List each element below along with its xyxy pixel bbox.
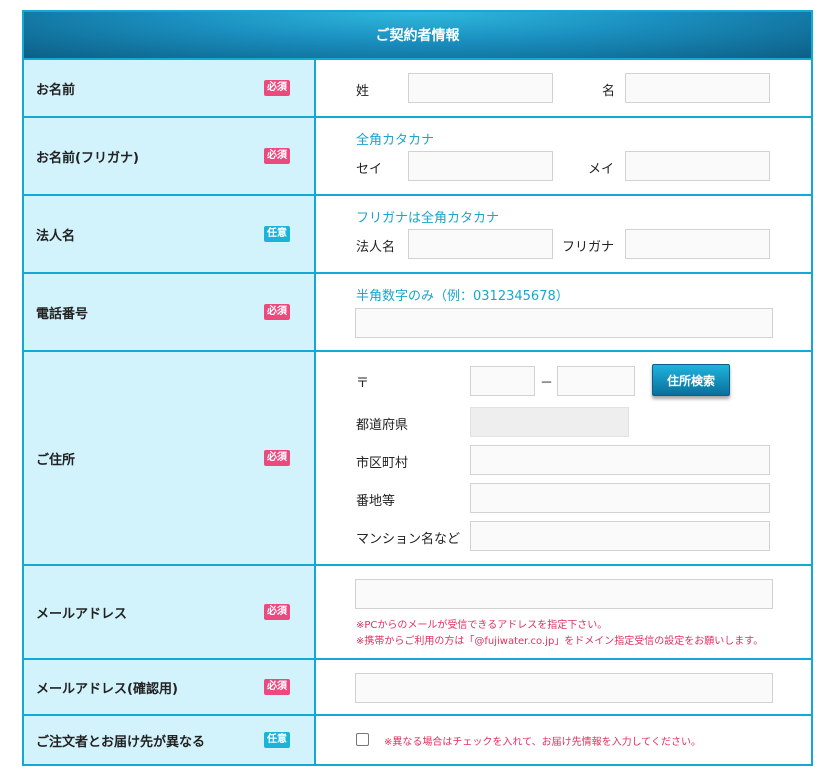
phone-hint: 半角数字のみ（例：0312345678） <box>356 289 569 304</box>
field-label: 電話番号 <box>36 306 89 322</box>
street-label: 番地等 <box>356 494 396 509</box>
email-confirm-input[interactable] <box>355 673 773 703</box>
corp-name-input[interactable] <box>408 229 553 259</box>
last-kana-input[interactable] <box>408 151 553 181</box>
row-name: お名前 必須 姓 名 <box>24 60 811 118</box>
phone-input[interactable] <box>355 308 773 338</box>
postal-dash: － <box>540 376 554 391</box>
email-note-mobile: ※携帯からご利用の方は「@fujiwater.co.jp」をドメイン指定受信の設… <box>356 636 764 647</box>
label-cell: 法人名 任意 <box>24 196 316 272</box>
delivery-note: ※異なる場合はチェックを入れて、お届け先情報を入力してください。 <box>384 737 701 748</box>
field-cell: 姓 名 <box>316 60 811 116</box>
label-cell: ご住所 必須 <box>24 352 316 564</box>
label-cell: お名前(フリガナ) 必須 <box>24 118 316 194</box>
optional-badge: 任意 <box>264 732 290 748</box>
email-note-pc: ※PCからのメールが受信できるアドレスを指定下さい。 <box>356 620 608 631</box>
required-badge: 必須 <box>264 604 290 620</box>
label-cell: メールアドレス 必須 <box>24 566 316 658</box>
delivery-different-checkbox[interactable] <box>356 733 369 746</box>
field-label: お名前(フリガナ) <box>36 150 139 166</box>
required-badge: 必須 <box>264 80 290 96</box>
email-input[interactable] <box>355 579 773 609</box>
form-title: ご契約者情報 <box>375 28 460 44</box>
field-label: メールアドレス(確認用) <box>36 681 178 697</box>
field-cell: 全角カタカナ セイ メイ <box>316 118 811 194</box>
street-input[interactable] <box>470 483 770 513</box>
row-address: ご住所 必須 〒 － 住所検索 都道府県 市区町村 番地等 マンション名など <box>24 352 811 566</box>
required-badge: 必須 <box>264 450 290 466</box>
form-header: ご契約者情報 <box>24 10 811 60</box>
field-cell: ※PCからのメールが受信できるアドレスを指定下さい。 ※携帯からご利用の方は「@… <box>316 566 811 658</box>
row-corporation: 法人名 任意 フリガナは全角カタカナ 法人名 フリガナ <box>24 196 811 274</box>
postal-mark: 〒 <box>356 376 370 391</box>
corp-name-label: 法人名 <box>356 240 396 255</box>
field-cell <box>316 660 811 714</box>
city-input[interactable] <box>470 445 770 475</box>
last-kana-label: セイ <box>356 162 383 177</box>
address-search-button[interactable]: 住所検索 <box>652 364 730 396</box>
label-cell: ご注文者とお届け先が異なる 任意 <box>24 716 316 764</box>
required-badge: 必須 <box>264 148 290 164</box>
field-label: ご注文者とお届け先が異なる <box>36 734 206 750</box>
optional-badge: 任意 <box>264 226 290 242</box>
field-cell: フリガナは全角カタカナ 法人名 フリガナ <box>316 196 811 272</box>
row-name-kana: お名前(フリガナ) 必須 全角カタカナ セイ メイ <box>24 118 811 196</box>
prefecture-label: 都道府県 <box>356 418 409 433</box>
postal-code-2-input[interactable] <box>557 366 635 396</box>
required-badge: 必須 <box>264 679 290 695</box>
corp-kana-input[interactable] <box>625 229 770 259</box>
prefecture-input[interactable] <box>470 407 629 437</box>
label-cell: お名前 必須 <box>24 60 316 116</box>
field-label: ご住所 <box>36 452 76 468</box>
postal-code-1-input[interactable] <box>470 366 535 396</box>
label-cell: メールアドレス(確認用) 必須 <box>24 660 316 714</box>
field-cell: 半角数字のみ（例：0312345678） <box>316 274 811 350</box>
field-cell: ※異なる場合はチェックを入れて、お届け先情報を入力してください。 <box>316 716 811 764</box>
corp-kana-label: フリガナ <box>562 240 615 255</box>
contract-info-form: ご契約者情報 お名前 必須 姓 名 お名前(フリガナ) 必須 全角カタカナ セイ… <box>22 10 813 766</box>
building-input[interactable] <box>470 521 770 551</box>
last-name-label: 姓 <box>356 84 370 99</box>
label-cell: 電話番号 必須 <box>24 274 316 350</box>
field-cell: 〒 － 住所検索 都道府県 市区町村 番地等 マンション名など <box>316 352 811 564</box>
first-name-label: 名 <box>602 84 616 99</box>
first-kana-input[interactable] <box>625 151 770 181</box>
row-delivery-different: ご注文者とお届け先が異なる 任意 ※異なる場合はチェックを入れて、お届け先情報を… <box>24 716 811 766</box>
field-label: 法人名 <box>36 228 76 244</box>
corp-hint: フリガナは全角カタカナ <box>356 211 500 226</box>
first-kana-label: メイ <box>588 162 615 177</box>
row-phone: 電話番号 必須 半角数字のみ（例：0312345678） <box>24 274 811 352</box>
city-label: 市区町村 <box>356 456 409 471</box>
required-badge: 必須 <box>264 304 290 320</box>
field-label: お名前 <box>36 82 76 98</box>
last-name-input[interactable] <box>408 73 553 103</box>
first-name-input[interactable] <box>625 73 770 103</box>
field-label: メールアドレス <box>36 606 128 622</box>
building-label: マンション名など <box>356 532 461 547</box>
kana-hint: 全角カタカナ <box>356 133 435 148</box>
row-email-confirm: メールアドレス(確認用) 必須 <box>24 660 811 716</box>
row-email: メールアドレス 必須 ※PCからのメールが受信できるアドレスを指定下さい。 ※携… <box>24 566 811 660</box>
